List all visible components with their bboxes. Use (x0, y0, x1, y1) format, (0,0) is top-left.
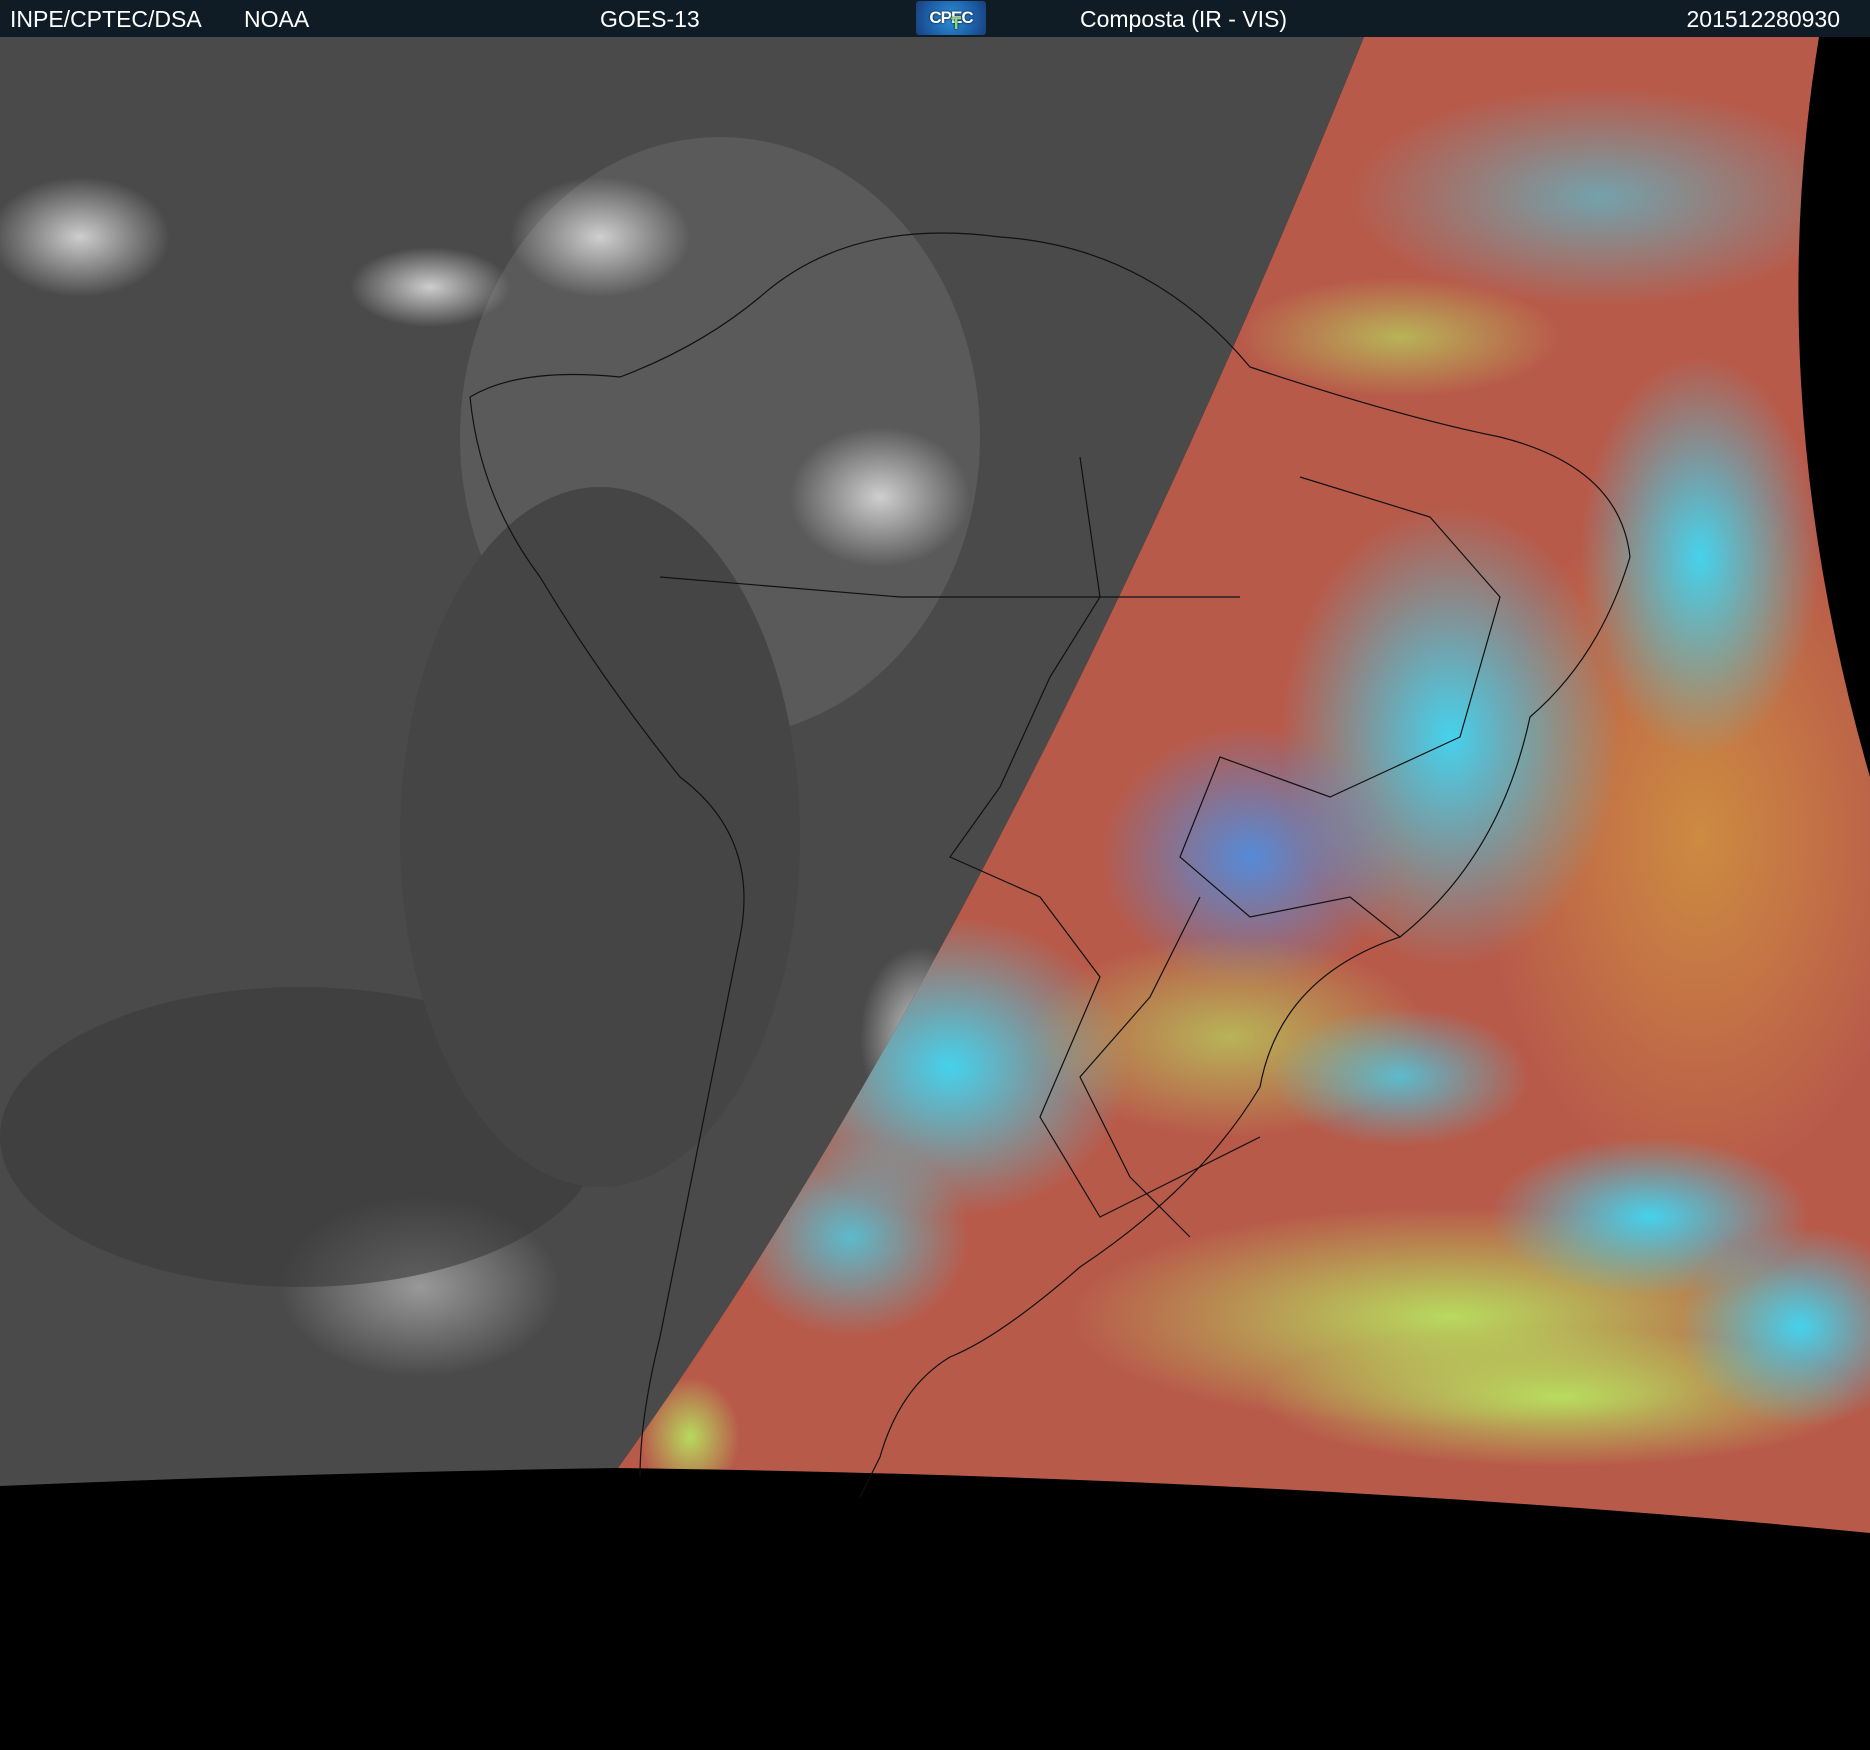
satellite-label: GOES-13 (600, 6, 700, 32)
institution-label: INPE/CPTEC/DSA (10, 6, 202, 32)
cptec-logo: CP T EC (916, 1, 986, 35)
product-label: Composta (IR - VIS) (1080, 6, 1288, 32)
satellite-image (0, 37, 1870, 1750)
timestamp-label: 201512280930 (1686, 6, 1841, 32)
agency-label: NOAA (244, 6, 310, 32)
image-header: INPE/CPTEC/DSA NOAA GOES-13 CP T EC Compos… (0, 0, 1870, 37)
